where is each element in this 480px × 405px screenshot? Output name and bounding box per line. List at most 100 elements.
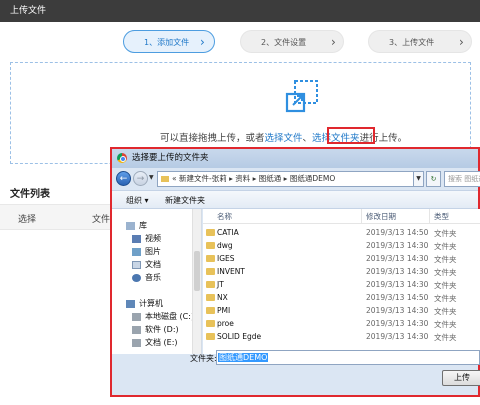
step-label: 1、添加文件 [144, 38, 190, 47]
folder-icon [206, 242, 215, 249]
column-divider[interactable] [361, 209, 362, 224]
file-date: 2019/3/13 14:30 [366, 332, 429, 341]
disk-icon [132, 338, 141, 347]
drop-hint-separator: 、 [302, 133, 313, 144]
address-dropdown-icon[interactable]: ▼ [414, 171, 424, 187]
refresh-button[interactable]: ↻ [426, 171, 441, 187]
breadcrumb-item[interactable]: 新建文件-张莉 [179, 174, 227, 183]
drop-hint-text: 可以直接拖拽上传，或者 [160, 133, 265, 144]
nav-item-music[interactable]: 音乐 [132, 272, 161, 283]
scrollbar-thumb[interactable] [194, 251, 200, 291]
step-file-settings[interactable]: 2、文件设置 › [240, 30, 344, 53]
file-list-header: 选择 文件 [0, 204, 110, 230]
select-folder-highlight [327, 127, 375, 144]
file-list-title: 文件列表 [10, 189, 50, 200]
nav-item-drive-d[interactable]: 软件 (D:) [132, 324, 179, 335]
navigation-pane: 库 视频 图片 文档 音乐 计算机 本地磁盘 (C:) 软件 (D:) 文档 (… [112, 209, 202, 354]
file-row[interactable]: INVENT 2019/3/13 14:30 文件夹 [203, 266, 480, 278]
folder-picker-dialog: 选择要上传的文件夹 ← → ▼ « 新建文件-张莉 ▸ 资料 ▸ 图纸通 ▸ 图… [110, 147, 480, 397]
file-name: PMI [217, 306, 231, 315]
column-type[interactable]: 类型 [434, 211, 449, 222]
back-button[interactable]: ← [116, 171, 131, 186]
organize-menu[interactable]: 组织 ▾ [126, 195, 149, 206]
computer-icon [126, 299, 135, 308]
folder-name-value: 图纸通DEMO [218, 353, 269, 362]
file-name: dwg [217, 241, 233, 250]
step-upload-files[interactable]: 3、上传文件 › [368, 30, 472, 53]
folder-icon [161, 176, 169, 182]
dialog-nav-bar: ← → ▼ « 新建文件-张莉 ▸ 资料 ▸ 图纸通 ▸ 图纸通DEMO ▼ ↻… [112, 168, 480, 190]
select-file-link[interactable]: 选择文件 [265, 133, 303, 144]
column-date[interactable]: 修改日期 [366, 211, 396, 222]
file-name: NX [217, 293, 228, 302]
chrome-icon [117, 153, 127, 163]
nav-item-label: 文档 [145, 260, 161, 269]
file-row[interactable]: PMI 2019/3/13 14:30 文件夹 [203, 305, 480, 317]
nav-item-label: 图片 [145, 247, 161, 256]
folder-icon [206, 320, 215, 327]
window-title: 上传文件 [0, 0, 480, 22]
file-type: 文件夹 [434, 281, 457, 290]
file-type: 文件夹 [434, 242, 457, 251]
file-name: JT [217, 280, 224, 289]
file-type: 文件夹 [434, 333, 457, 342]
search-input[interactable]: 搜索 图纸通 [444, 171, 480, 187]
file-date: 2019/3/13 14:30 [366, 267, 429, 276]
nav-item-library[interactable]: 库 [126, 220, 147, 231]
file-name: IGES [217, 254, 235, 263]
column-divider[interactable] [429, 209, 430, 224]
file-date: 2019/3/13 14:30 [366, 241, 429, 250]
breadcrumb-item[interactable]: 图纸通 [259, 174, 282, 183]
history-dropdown-icon[interactable]: ▼ [149, 174, 154, 181]
breadcrumb-item[interactable]: 资料 [235, 174, 250, 183]
file-date: 2019/3/13 14:50 [366, 293, 429, 302]
chevron-right-icon: › [459, 35, 464, 49]
address-bar[interactable]: « 新建文件-张莉 ▸ 资料 ▸ 图纸通 ▸ 图纸通DEMO [157, 171, 414, 187]
file-row[interactable]: proe 2019/3/13 14:30 文件夹 [203, 318, 480, 330]
folder-icon [206, 333, 215, 340]
file-row[interactable]: SOLID Egde 2019/3/13 14:30 文件夹 [203, 331, 480, 343]
nav-item-computer[interactable]: 计算机 [126, 298, 163, 309]
nav-item-label: 计算机 [139, 299, 163, 308]
file-row[interactable]: IGES 2019/3/13 14:30 文件夹 [203, 253, 480, 265]
file-date: 2019/3/13 14:30 [366, 306, 429, 315]
folder-icon [206, 268, 215, 275]
folder-icon [206, 255, 215, 262]
chevron-right-icon: › [200, 35, 205, 49]
file-date: 2019/3/13 14:50 [366, 228, 429, 237]
nav-scrollbar[interactable] [192, 209, 201, 354]
breadcrumb-overflow[interactable]: « [172, 174, 177, 183]
file-type: 文件夹 [434, 320, 457, 329]
folder-icon [206, 229, 215, 236]
folder-name-input[interactable]: 图纸通DEMO [216, 350, 480, 365]
breadcrumb-item[interactable]: 图纸通DEMO [290, 174, 335, 183]
file-row[interactable]: NX 2019/3/13 14:50 文件夹 [203, 292, 480, 304]
nav-item-video[interactable]: 视频 [132, 233, 161, 244]
new-folder-button[interactable]: 新建文件夹 [165, 195, 205, 206]
file-date: 2019/3/13 14:30 [366, 319, 429, 328]
disk-icon [132, 312, 141, 321]
file-pane: 名称 修改日期 类型 CATIA 2019/3/13 14:50 文件夹 dwg… [203, 209, 480, 354]
nav-item-label: 软件 (D:) [145, 325, 179, 334]
file-type: 文件夹 [434, 307, 457, 316]
file-row[interactable]: CATIA 2019/3/13 14:50 文件夹 [203, 227, 480, 239]
upload-button[interactable]: 上传 [442, 370, 480, 386]
nav-item-label: 视频 [145, 234, 161, 243]
file-type: 文件夹 [434, 268, 457, 277]
file-type: 文件夹 [434, 294, 457, 303]
file-date: 2019/3/13 14:30 [366, 280, 429, 289]
nav-item-drive-c[interactable]: 本地磁盘 (C:) [132, 311, 194, 322]
step-add-files[interactable]: 1、添加文件 › [123, 30, 215, 53]
nav-item-pictures[interactable]: 图片 [132, 246, 161, 257]
forward-button[interactable]: → [133, 171, 148, 186]
nav-item-drive-e[interactable]: 文档 (E:) [132, 337, 178, 348]
folder-icon [206, 294, 215, 301]
nav-item-label: 本地磁盘 (C:) [145, 312, 195, 321]
file-row[interactable]: JT 2019/3/13 14:30 文件夹 [203, 279, 480, 291]
file-name: CATIA [217, 228, 239, 237]
step-label: 3、上传文件 [389, 38, 435, 47]
file-date: 2019/3/13 14:30 [366, 254, 429, 263]
nav-item-documents[interactable]: 文档 [132, 259, 161, 270]
column-name[interactable]: 名称 [217, 211, 232, 222]
file-row[interactable]: dwg 2019/3/13 14:30 文件夹 [203, 240, 480, 252]
